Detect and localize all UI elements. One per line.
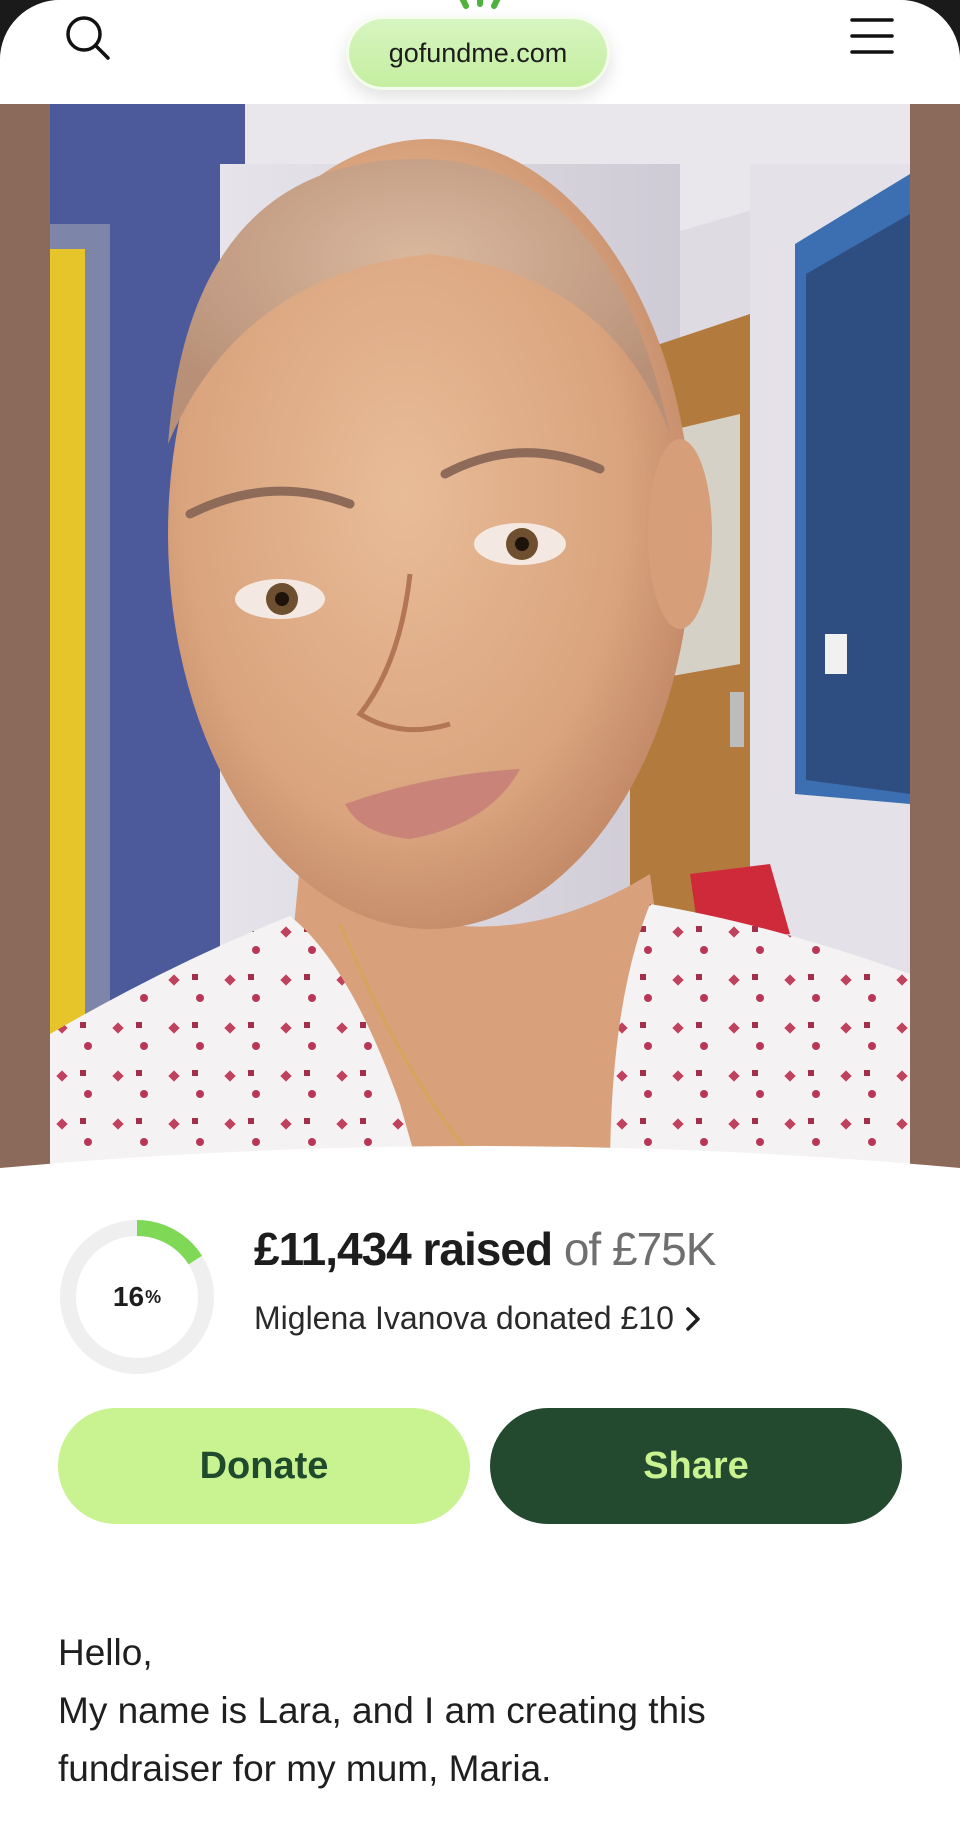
image-bottom-curve [0,1146,960,1202]
donate-button[interactable]: Donate [58,1408,470,1524]
fundraiser-photo [50,104,910,1174]
share-button[interactable]: Share [490,1408,902,1524]
gofundme-logo-icon [459,0,501,9]
gofundme-page: gofundme.com 16 % £11,434 raised of £75K… [0,0,960,1830]
chevron-right-icon [686,1306,700,1331]
recent-donation-link[interactable]: Miglena Ivanova donated £10 [254,1300,702,1337]
search-icon [66,16,110,60]
donate-button-label: Donate [199,1444,329,1487]
story-line: fundraiser for my mum, Maria. [58,1748,552,1789]
url-text: gofundme.com [388,37,568,68]
url-bar[interactable]: gofundme.com [346,16,610,90]
fundraiser-image-carousel[interactable] [0,104,960,1174]
top-bar: gofundme.com [0,0,960,104]
progress-percent-value: 16 [112,1281,145,1312]
amount-raised: £11,434 raised [254,1223,553,1275]
search-button[interactable] [62,12,114,64]
story-line: Hello, [58,1632,153,1673]
share-button-label: Share [643,1444,749,1487]
progress-percent: 16% [58,1218,216,1376]
hamburger-menu-icon [850,18,894,54]
goal-amount: of £75K [563,1223,717,1275]
menu-button[interactable] [848,14,896,58]
progress-percent-sign: % [145,1286,162,1307]
recent-donation-text: Miglena Ivanova donated £10 [254,1300,674,1336]
story-line: My name is Lara, and I am creating this [58,1690,706,1731]
fundraiser-story: Hello, My name is Lara, and I am creatin… [58,1624,918,1798]
amount-raised-summary: £11,434 raised of £75K [254,1222,717,1276]
